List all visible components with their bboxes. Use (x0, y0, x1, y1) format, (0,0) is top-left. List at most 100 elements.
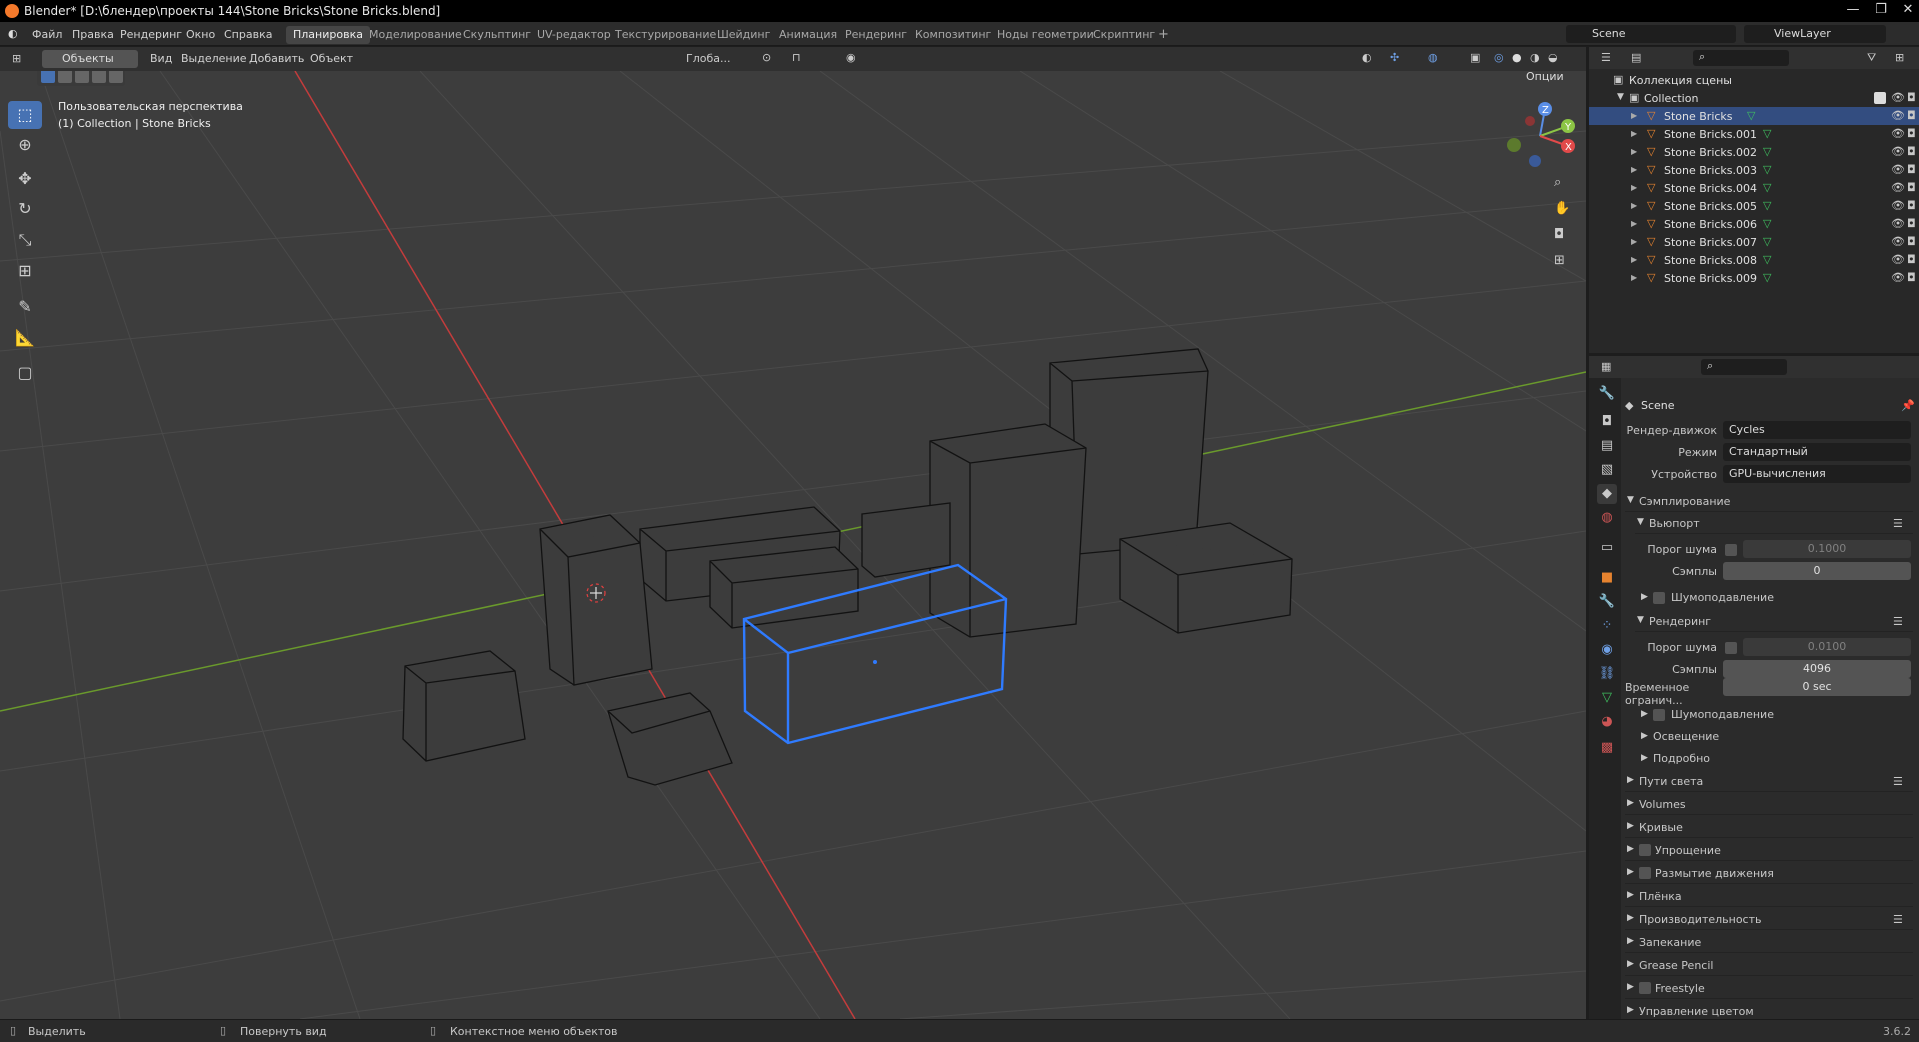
select-box-tool-icon[interactable]: ⬚ (8, 101, 42, 129)
render-camera-icon[interactable]: ◘ (1907, 217, 1916, 230)
navigation-gizmo[interactable]: Z Y X (1500, 101, 1580, 171)
restore-icon[interactable]: ❐ (1866, 2, 1896, 20)
mesh-data-icon[interactable]: ▽ (1763, 199, 1771, 212)
properties-panel-header[interactable]: ▶ Кривые (1625, 816, 1913, 838)
render-tab-icon[interactable]: ◘ (1597, 412, 1617, 432)
constraints-tab-icon[interactable]: ⛓ (1597, 664, 1617, 684)
blender-menu-icon[interactable]: ◐ (8, 27, 18, 40)
render-camera-icon[interactable]: ◘ (1907, 199, 1916, 212)
viewport-noise-threshold-field[interactable]: 0.1000 (1743, 540, 1911, 558)
properties-search-input[interactable]: ⌕ (1701, 359, 1787, 375)
select-extend-icon[interactable] (58, 71, 72, 83)
tab-compositing[interactable]: Композитинг (908, 26, 998, 44)
camera-view-icon[interactable]: ◘ (1554, 227, 1564, 242)
texture-tab-icon[interactable]: ▩ (1597, 738, 1617, 758)
material-shading-icon[interactable]: ◑ (1530, 51, 1540, 64)
visibility-icon[interactable]: ◐ (1362, 51, 1372, 64)
render-subpanel-header[interactable]: ▼ Рендеринг ☰ (1635, 610, 1913, 632)
eye-icon[interactable]: 👁 (1891, 181, 1905, 194)
mesh-data-icon[interactable]: ▽ (1747, 109, 1755, 122)
outliner-object-row[interactable]: ▶ ▽ Stone Bricks.007 ▽ 👁 ◘ (1589, 233, 1919, 251)
overlay-toggle-icon[interactable]: ◍ (1428, 51, 1438, 64)
move-tool-icon[interactable]: ✥ (8, 165, 42, 193)
collection-checkbox[interactable] (1874, 92, 1886, 104)
panel-presets-icon[interactable]: ☰ (1893, 775, 1903, 788)
lights-subpanel-label[interactable]: Освещение (1653, 730, 1719, 743)
menu-file[interactable]: Файл (32, 28, 62, 41)
mesh-data-icon[interactable]: ▽ (1763, 127, 1771, 140)
mesh-data-icon[interactable]: ▽ (1763, 181, 1771, 194)
eye-icon[interactable]: 👁 (1891, 145, 1905, 158)
mesh-data-icon[interactable]: ▽ (1763, 163, 1771, 176)
filter-icon[interactable]: ⛛ (1867, 51, 1876, 65)
render-camera-icon[interactable]: ◘ (1907, 181, 1916, 194)
panel-enable-checkbox[interactable] (1639, 844, 1651, 856)
render-camera-icon[interactable]: ◘ (1907, 163, 1916, 176)
outliner-object-row[interactable]: ▶ ▽ Stone Bricks.001 ▽ 👁 ◘ (1589, 125, 1919, 143)
tab-uv-editing[interactable]: UV-редактор (530, 26, 618, 44)
tab-animation[interactable]: Анимация (772, 26, 844, 44)
menu-window[interactable]: Окно (186, 28, 215, 41)
advanced-expand-icon[interactable]: ▶ (1641, 753, 1648, 763)
tab-layout[interactable]: Планировка (286, 26, 370, 44)
scene-tab-icon[interactable]: ◆ (1597, 484, 1617, 504)
properties-panel-header[interactable]: ▶ Упрощение (1625, 839, 1913, 861)
device-dropdown[interactable]: GPU-вычисления (1723, 465, 1911, 483)
transform-orientation-dropdown[interactable]: Глоба... (686, 52, 730, 65)
panel-enable-checkbox[interactable] (1639, 982, 1651, 994)
eye-icon[interactable]: 👁 (1891, 235, 1905, 248)
tool-tab-icon[interactable]: 🔧 (1597, 384, 1617, 404)
tab-sculpting[interactable]: Скульптинг (456, 26, 538, 44)
rotate-tool-icon[interactable]: ↻ (8, 195, 42, 223)
tab-scripting[interactable]: Скриптинг (1086, 26, 1162, 44)
add-cube-tool-icon[interactable]: ▢ (8, 359, 42, 387)
outliner-object-row[interactable]: ▶ ▽ Stone Bricks.005 ▽ 👁 ◘ (1589, 197, 1919, 215)
object-expand-icon[interactable]: ▶ (1631, 165, 1637, 174)
select-intersect-icon[interactable] (109, 71, 123, 83)
panel-presets-icon[interactable]: ☰ (1893, 913, 1903, 926)
viewport-menu-add[interactable]: Добавить (249, 52, 304, 65)
properties-panel-header[interactable]: ▶ Volumes (1625, 793, 1913, 815)
render-presets-icon[interactable]: ☰ (1893, 615, 1903, 628)
properties-panel-header[interactable]: ▶ Размытие движения (1625, 862, 1913, 884)
transform-tool-icon[interactable]: ⊞ (8, 257, 42, 285)
render-camera-icon[interactable]: ◘ (1907, 271, 1916, 284)
gizmo-toggle-icon[interactable]: ✣ (1390, 51, 1399, 64)
outliner-object-row[interactable]: ▶ ▽ Stone Bricks ▽ 👁 ◘ (1589, 107, 1919, 125)
editor-type-icon[interactable]: ⊞ (12, 52, 21, 65)
add-workspace-icon[interactable]: + (1158, 27, 1169, 42)
xray-icon[interactable]: ▣ (1470, 51, 1480, 64)
object-expand-icon[interactable]: ▶ (1631, 201, 1637, 210)
render-camera-icon[interactable]: ◘ (1907, 109, 1916, 122)
render-camera-icon[interactable]: ◘ (1907, 91, 1916, 104)
eye-icon[interactable]: 👁 (1891, 199, 1905, 212)
panel-enable-checkbox[interactable] (1639, 867, 1651, 879)
tab-rendering[interactable]: Рендеринг (838, 26, 914, 44)
new-collection-icon[interactable]: ⊞ (1895, 51, 1904, 64)
physics-tab-icon[interactable]: ◉ (1597, 640, 1617, 660)
eye-icon[interactable]: 👁 (1891, 271, 1905, 284)
view-layer-selector[interactable]: ViewLayer (1744, 25, 1886, 43)
outliner-object-row[interactable]: ▶ ▽ Stone Bricks.008 ▽ 👁 ◘ (1589, 251, 1919, 269)
eye-icon[interactable]: 👁 (1891, 109, 1905, 122)
outliner-search-input[interactable]: ⌕ (1693, 50, 1789, 66)
object-expand-icon[interactable]: ▶ (1631, 183, 1637, 192)
viewport-menu-object[interactable]: Объект (310, 52, 353, 65)
zoom-icon[interactable]: ⌕ (1554, 175, 1561, 190)
mesh-data-icon[interactable]: ▽ (1763, 235, 1771, 248)
eye-icon[interactable]: 👁 (1891, 217, 1905, 230)
mesh-data-icon[interactable]: ▽ (1763, 271, 1771, 284)
viewport-subpanel-header[interactable]: ▼ Вьюпорт ☰ (1635, 512, 1913, 534)
wireframe-shading-icon[interactable]: ◎ (1494, 51, 1504, 64)
advanced-subpanel-label[interactable]: Подробно (1653, 752, 1710, 765)
options-dropdown[interactable]: Опции (1526, 71, 1564, 83)
tab-shading[interactable]: Шейдинг (710, 26, 777, 44)
mesh-data-icon[interactable]: ▽ (1763, 145, 1771, 158)
sampling-panel-header[interactable]: ▼ Сэмплирование (1625, 490, 1913, 512)
render-camera-icon[interactable]: ◘ (1907, 127, 1916, 140)
outliner-editor-type-icon[interactable]: ☰ (1601, 51, 1611, 64)
object-tab-icon[interactable]: ■ (1597, 568, 1617, 588)
render-noise-threshold-field[interactable]: 0.0100 (1743, 638, 1911, 656)
cursor-tool-icon[interactable]: ⊕ (8, 131, 42, 159)
eye-icon[interactable]: 👁 (1891, 127, 1905, 140)
